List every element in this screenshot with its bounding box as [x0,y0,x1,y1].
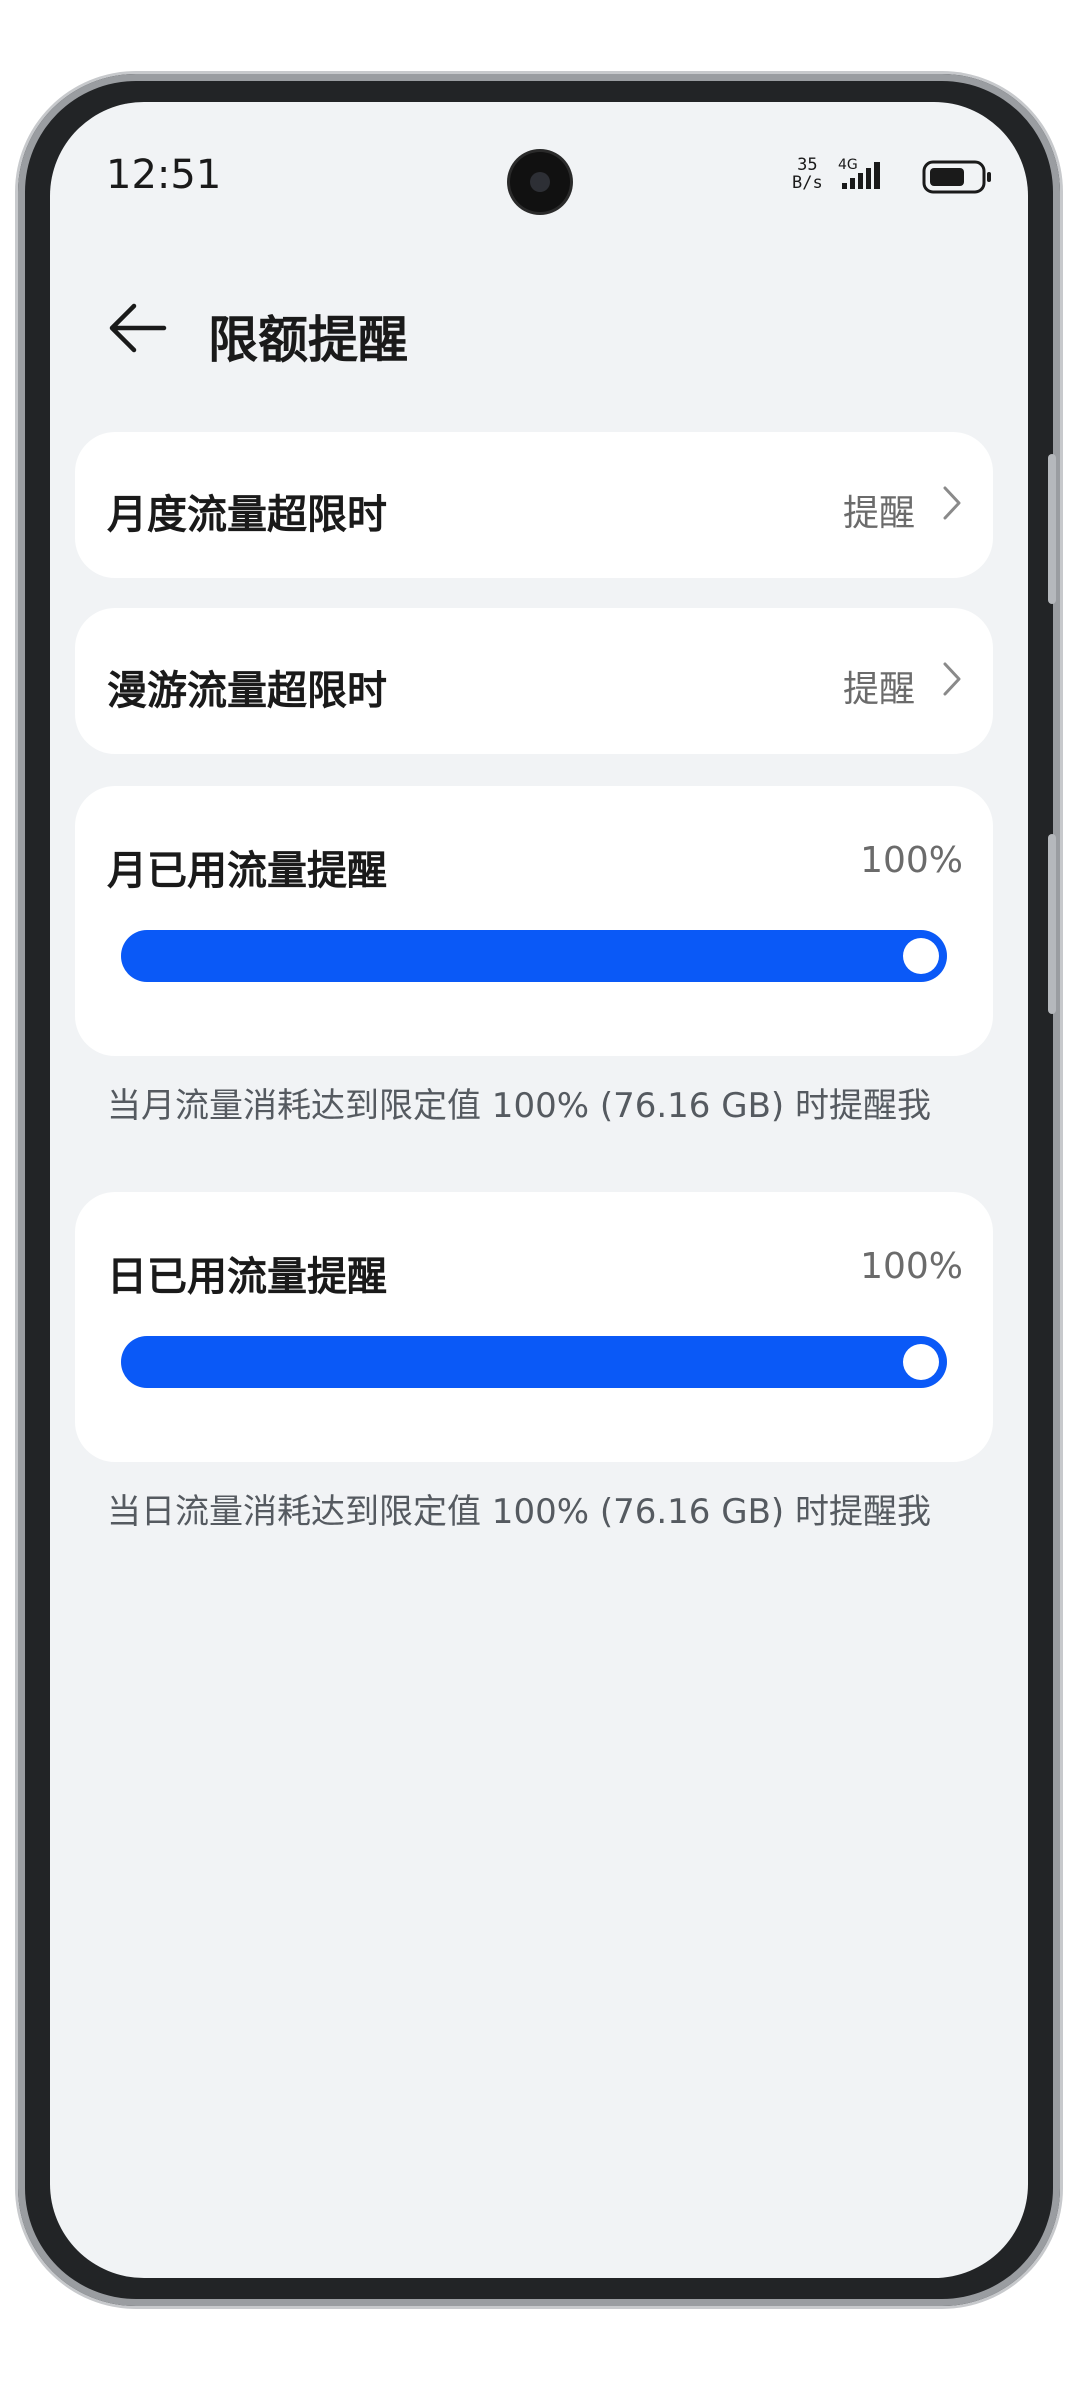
volume-button [1048,454,1056,604]
monthly-usage-caption: 当月流量消耗达到限定值 100% (76.16 GB) 时提醒我 [107,1086,931,1126]
signal-icon: 4G [838,157,880,189]
slider-thumb[interactable] [903,938,939,974]
monthly-limit-label: 月度流量超限时 [107,492,387,538]
monthly-usage-reminder-label: 月已用流量提醒 [107,848,387,894]
status-bar: 12:51 35 B/s 4G [50,102,1028,212]
network-speed-value: 35 [797,155,818,175]
network-speed: 35 B/s [792,156,823,192]
daily-usage-slider[interactable] [121,1336,947,1388]
roaming-limit-row[interactable]: 漫游流量超限时 提醒 [75,608,993,754]
daily-usage-caption: 当日流量消耗达到限定值 100% (76.16 GB) 时提醒我 [107,1492,931,1532]
daily-usage-percent: 100% [860,1246,963,1287]
roaming-limit-value: 提醒 [843,669,916,710]
daily-usage-reminder-card: 日已用流量提醒 100% [75,1192,993,1462]
page-title: 限额提醒 [208,311,408,369]
slider-thumb[interactable] [903,1344,939,1380]
slider-fill [121,930,947,982]
back-arrow-icon[interactable] [106,298,170,358]
battery-icon [922,160,991,194]
network-type-label: 4G [838,157,858,173]
chevron-right-icon [943,486,961,520]
screen: 12:51 35 B/s 4G 限额提醒 月度流量超限时 提醒 漫游流量超限时 … [50,102,1028,2278]
front-camera [510,152,570,212]
monthly-limit-row[interactable]: 月度流量超限时 提醒 [75,432,993,578]
slider-fill [121,1336,947,1388]
monthly-limit-value: 提醒 [843,493,916,534]
power-button [1048,834,1056,1014]
status-time: 12:51 [106,152,222,198]
daily-usage-reminder-label: 日已用流量提醒 [107,1254,387,1300]
roaming-limit-label: 漫游流量超限时 [107,668,387,714]
network-speed-unit: B/s [792,173,823,193]
header: 限额提醒 [50,262,1028,372]
monthly-usage-slider[interactable] [121,930,947,982]
monthly-usage-percent: 100% [860,840,963,881]
chevron-right-icon [943,662,961,696]
phone-frame: 12:51 35 B/s 4G 限额提醒 月度流量超限时 提醒 漫游流量超限时 … [18,74,1060,2306]
monthly-usage-reminder-card: 月已用流量提醒 100% [75,786,993,1056]
